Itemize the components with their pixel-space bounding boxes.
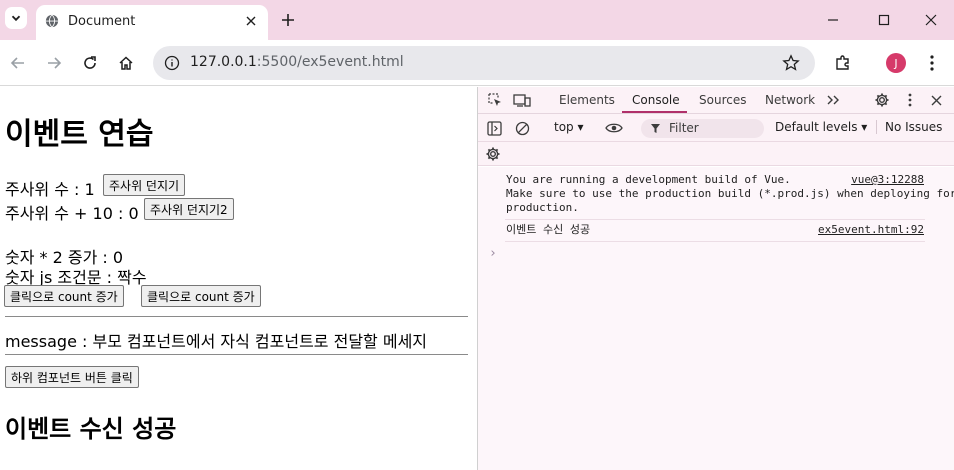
issues-counter[interactable]: No Issues bbox=[876, 120, 942, 134]
console-prompt[interactable]: › bbox=[489, 246, 497, 261]
gear-icon bbox=[486, 147, 500, 161]
new-tab-button[interactable] bbox=[278, 10, 298, 30]
filter-icon bbox=[651, 124, 660, 133]
close-icon bbox=[246, 16, 256, 26]
console-message-source[interactable]: vue@3:12288 bbox=[851, 173, 924, 186]
console-message-divider bbox=[505, 241, 925, 242]
console-message-source[interactable]: ex5event.html:92 bbox=[818, 223, 924, 236]
url-text[interactable]: 127.0.0.1:5500/ex5event.html bbox=[190, 54, 404, 70]
address-bar[interactable]: 127.0.0.1:5500/ex5event.html bbox=[153, 46, 815, 80]
more-tabs-button[interactable] bbox=[824, 91, 842, 109]
live-expression-button[interactable] bbox=[605, 119, 623, 137]
forward-button[interactable] bbox=[44, 53, 64, 73]
device-toolbar-button[interactable] bbox=[513, 91, 531, 109]
console-message: 이벤트 수신 성공 bbox=[506, 223, 591, 236]
page-title: 이벤트 연습 bbox=[5, 117, 154, 152]
inspect-icon bbox=[488, 93, 501, 106]
console-message-divider bbox=[505, 219, 925, 220]
more-vert-icon bbox=[908, 93, 912, 107]
page-viewport: 이벤트 연습 주사위 수 : 1 주사위 던지기 주사위 수 + 10 : 0 … bbox=[0, 87, 477, 470]
reload-button[interactable] bbox=[80, 53, 100, 73]
tab-close-button[interactable] bbox=[242, 12, 260, 30]
context-value: top bbox=[554, 120, 574, 134]
more-vert-icon bbox=[930, 55, 934, 71]
bookmark-star-icon[interactable] bbox=[782, 54, 800, 72]
inspect-element-button[interactable] bbox=[486, 91, 504, 109]
home-icon bbox=[119, 56, 133, 70]
event-received-heading: 이벤트 수신 성공 bbox=[5, 415, 177, 443]
log-levels-value: Default levels bbox=[775, 120, 858, 134]
console-settings-bar bbox=[478, 142, 954, 166]
minimize-button[interactable] bbox=[823, 10, 843, 30]
devtools-panel: Elements Console Sources Network top ▾ F… bbox=[477, 87, 954, 470]
context-selector[interactable]: top ▾ bbox=[554, 120, 584, 134]
devtools-menu-button[interactable] bbox=[901, 91, 919, 109]
active-tab-indicator bbox=[622, 111, 687, 113]
globe-icon bbox=[45, 14, 59, 28]
sidebar-icon bbox=[486, 120, 502, 136]
tab-strip: Document bbox=[0, 0, 954, 40]
eye-icon bbox=[605, 123, 623, 133]
tab-title: Document bbox=[68, 14, 136, 29]
puzzle-icon bbox=[836, 55, 849, 70]
count-increase-button-1[interactable]: 클릭으로 count 증가 bbox=[4, 285, 124, 307]
maximize-button[interactable] bbox=[874, 10, 894, 30]
devtools-tabbar: Elements Console Sources Network bbox=[478, 87, 954, 114]
message-text: message : 부모 컴포넌트에서 자식 컴포넌트로 전달할 메세지 bbox=[5, 332, 428, 351]
chevron-down-icon bbox=[11, 15, 21, 22]
close-icon bbox=[931, 95, 941, 105]
divider-top bbox=[5, 316, 468, 317]
console-filter-input[interactable]: Filter bbox=[641, 119, 764, 138]
reload-icon bbox=[84, 56, 96, 69]
back-button[interactable] bbox=[8, 53, 28, 73]
devtools-settings-button[interactable] bbox=[873, 91, 891, 109]
console-toolbar: top ▾ Filter Default levels ▾ No Issues bbox=[478, 114, 954, 142]
console-output: You are running a development build of V… bbox=[478, 167, 954, 470]
log-levels-dropdown[interactable]: Default levels ▾ bbox=[775, 120, 867, 134]
device-icon bbox=[513, 94, 531, 107]
close-window-button[interactable] bbox=[921, 10, 941, 30]
count-increase-button-2[interactable]: 클릭으로 count 증가 bbox=[141, 285, 261, 307]
url-host: 127.0.0.1 bbox=[190, 54, 257, 70]
browser-tab[interactable]: Document bbox=[36, 5, 268, 40]
browser-toolbar: 127.0.0.1:5500/ex5event.html J bbox=[0, 40, 954, 86]
arrow-right-icon bbox=[48, 57, 62, 69]
divider-bottom bbox=[5, 354, 468, 355]
dice-count-text: 주사위 수 : 1 bbox=[5, 180, 95, 199]
filter-placeholder: Filter bbox=[669, 121, 699, 135]
console-sidebar-button[interactable] bbox=[485, 119, 503, 137]
minimize-icon bbox=[828, 19, 838, 21]
close-devtools-button[interactable] bbox=[927, 91, 945, 109]
tab-elements[interactable]: Elements bbox=[559, 93, 615, 107]
url-path: :5500/ex5event.html bbox=[256, 54, 404, 70]
tab-search-button[interactable] bbox=[5, 7, 27, 29]
gear-icon bbox=[875, 93, 889, 107]
tab-sources[interactable]: Sources bbox=[699, 93, 746, 107]
clear-console-button[interactable] bbox=[513, 119, 531, 137]
tab-console[interactable]: Console bbox=[632, 93, 680, 107]
extensions-button[interactable] bbox=[833, 53, 853, 73]
profile-avatar[interactable]: J bbox=[886, 53, 906, 73]
arrow-left-icon bbox=[10, 57, 24, 69]
home-button[interactable] bbox=[116, 53, 136, 73]
browser-menu-button[interactable] bbox=[922, 53, 942, 73]
close-icon bbox=[925, 14, 937, 26]
console-settings-button[interactable] bbox=[484, 145, 502, 163]
block-icon bbox=[515, 121, 529, 135]
maximize-icon bbox=[878, 14, 890, 26]
site-info-icon[interactable] bbox=[164, 55, 180, 71]
double-chevron-icon bbox=[827, 95, 839, 105]
child-component-button[interactable]: 하위 컴포넌트 버튼 클릭 bbox=[5, 366, 139, 388]
tab-network[interactable]: Network bbox=[765, 93, 815, 107]
plus-icon bbox=[282, 14, 294, 26]
roll-dice-button[interactable]: 주사위 던지기 bbox=[103, 174, 186, 196]
dice-plus-ten-text: 주사위 수 + 10 : 0 bbox=[5, 204, 139, 223]
roll-dice-2-button[interactable]: 주사위 던지기2 bbox=[144, 198, 234, 220]
